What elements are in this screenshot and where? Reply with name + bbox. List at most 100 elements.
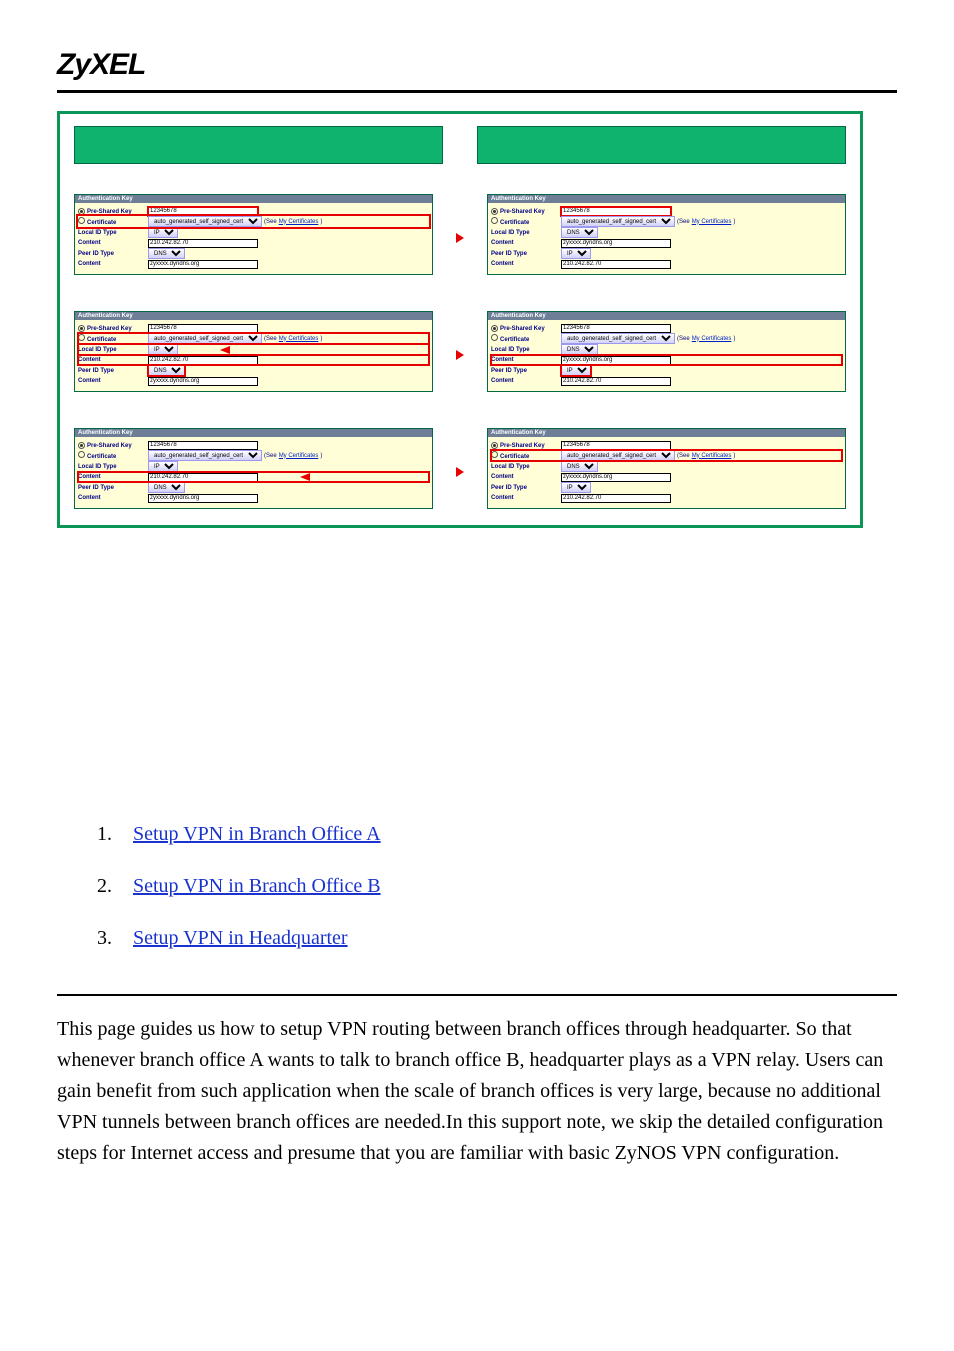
auth-panel: Authentication Key Pre-Shared Key Certif…: [74, 194, 433, 275]
content-label-2: Content: [491, 495, 561, 501]
auth-panel: Authentication Key Pre-Shared Key Certif…: [487, 194, 846, 275]
my-certificates-link[interactable]: My Certificates: [692, 219, 732, 225]
peer-content-input[interactable]: [561, 260, 671, 269]
peer-content-input[interactable]: [148, 494, 258, 503]
peer-id-type-label: Peer ID Type: [78, 251, 148, 257]
local-id-type-select[interactable]: IP: [148, 227, 178, 238]
body-paragraph: This page guides us how to setup VPN rou…: [57, 1014, 897, 1169]
arrow-left-icon: [220, 346, 230, 354]
local-id-type-label: Local ID Type: [78, 464, 148, 470]
peer-id-type-label: Peer ID Type: [78, 485, 148, 491]
local-id-type-select[interactable]: DNS: [561, 344, 598, 355]
psk-label: Pre-Shared Key: [500, 209, 545, 215]
content-label-2: Content: [78, 261, 148, 267]
radio-cert[interactable]: [78, 451, 85, 458]
radio-psk[interactable]: [78, 442, 85, 449]
radio-cert[interactable]: [491, 217, 498, 224]
psk-label: Pre-Shared Key: [87, 209, 132, 215]
peer-id-type-select[interactable]: IP: [561, 482, 591, 493]
cert-label: Certificate: [87, 220, 116, 226]
psk-label: Pre-Shared Key: [87, 326, 132, 332]
vpn-branch-b-link[interactable]: Setup VPN in Branch Office B: [133, 875, 381, 897]
local-content-input[interactable]: [561, 356, 671, 365]
panel-header: Authentication Key: [75, 429, 432, 437]
local-content-input[interactable]: [148, 473, 258, 482]
radio-psk[interactable]: [78, 325, 85, 332]
cert-select[interactable]: auto_generated_self_signed_cert: [561, 333, 675, 344]
content-label-2: Content: [491, 378, 561, 384]
cert-label: Certificate: [87, 454, 116, 460]
arrow-right-icon: [456, 233, 464, 243]
peer-content-input[interactable]: [148, 377, 258, 386]
content-label: Content: [491, 357, 561, 363]
list-number: 2.: [97, 860, 133, 912]
my-certificates-link[interactable]: My Certificates: [279, 219, 319, 225]
radio-psk[interactable]: [78, 208, 85, 215]
peer-id-type-label: Peer ID Type: [491, 368, 561, 374]
cert-select[interactable]: auto_generated_self_signed_cert: [561, 450, 675, 461]
local-id-type-select[interactable]: DNS: [561, 227, 598, 238]
local-id-type-label: Local ID Type: [78, 230, 148, 236]
radio-cert[interactable]: [491, 334, 498, 341]
content-label-2: Content: [491, 261, 561, 267]
psk-input[interactable]: [148, 324, 258, 333]
psk-input[interactable]: [148, 441, 258, 450]
peer-id-type-select[interactable]: DNS: [148, 482, 185, 493]
local-content-input[interactable]: [561, 239, 671, 248]
local-id-type-select[interactable]: IP: [148, 461, 178, 472]
psk-label: Pre-Shared Key: [500, 326, 545, 332]
cert-select[interactable]: auto_generated_self_signed_cert: [148, 333, 262, 344]
local-id-type-select[interactable]: IP: [148, 344, 178, 355]
top-block-left: [74, 126, 443, 164]
psk-input[interactable]: [148, 207, 258, 216]
radio-cert[interactable]: [491, 451, 498, 458]
my-certificates-link[interactable]: My Certificates: [692, 453, 732, 459]
peer-content-input[interactable]: [561, 377, 671, 386]
cert-select[interactable]: auto_generated_self_signed_cert: [148, 216, 262, 227]
psk-label: Pre-Shared Key: [87, 443, 132, 449]
radio-cert[interactable]: [78, 217, 85, 224]
psk-input[interactable]: [561, 324, 671, 333]
panel-header: Authentication Key: [488, 312, 845, 320]
content-label: Content: [78, 357, 148, 363]
see-prefix: (See: [264, 219, 277, 225]
local-id-type-label: Local ID Type: [491, 230, 561, 236]
cert-select[interactable]: auto_generated_self_signed_cert: [148, 450, 262, 461]
peer-id-type-select[interactable]: IP: [561, 365, 591, 376]
auth-panel: Authentication Key Pre-Shared Key Certif…: [74, 428, 433, 509]
cert-select[interactable]: auto_generated_self_signed_cert: [561, 216, 675, 227]
peer-content-input[interactable]: [561, 494, 671, 503]
link-list: 1.Setup VPN in Branch Office A 2.Setup V…: [97, 808, 897, 964]
peer-id-type-select[interactable]: DNS: [148, 248, 185, 259]
local-content-input[interactable]: [148, 356, 258, 365]
top-block-right: [477, 126, 846, 164]
vpn-headquarter-link[interactable]: Setup VPN in Headquarter: [133, 927, 348, 949]
psk-input[interactable]: [561, 441, 671, 450]
vpn-branch-a-link[interactable]: Setup VPN in Branch Office A: [133, 823, 381, 845]
radio-psk[interactable]: [491, 325, 498, 332]
see-tail: ): [733, 336, 735, 342]
psk-input[interactable]: [561, 207, 671, 216]
local-id-type-select[interactable]: DNS: [561, 461, 598, 472]
panel-header: Authentication Key: [488, 195, 845, 203]
cert-label: Certificate: [500, 337, 529, 343]
peer-content-input[interactable]: [148, 260, 258, 269]
auth-panel: Authentication Key Pre-Shared Key Certif…: [487, 428, 846, 509]
my-certificates-link[interactable]: My Certificates: [279, 336, 319, 342]
panel-header: Authentication Key: [488, 429, 845, 437]
peer-id-type-select[interactable]: IP: [561, 248, 591, 259]
panel-header: Authentication Key: [75, 195, 432, 203]
my-certificates-link[interactable]: My Certificates: [279, 453, 319, 459]
see-tail: ): [320, 219, 322, 225]
radio-psk[interactable]: [491, 208, 498, 215]
brand-logo: ZyXEL: [57, 0, 897, 93]
local-content-input[interactable]: [561, 473, 671, 482]
radio-cert[interactable]: [78, 334, 85, 341]
content-label: Content: [78, 474, 148, 480]
local-content-input[interactable]: [148, 239, 258, 248]
content-label: Content: [78, 240, 148, 246]
my-certificates-link[interactable]: My Certificates: [692, 336, 732, 342]
peer-id-type-label: Peer ID Type: [491, 251, 561, 257]
radio-psk[interactable]: [491, 442, 498, 449]
peer-id-type-select[interactable]: DNS: [148, 365, 185, 376]
